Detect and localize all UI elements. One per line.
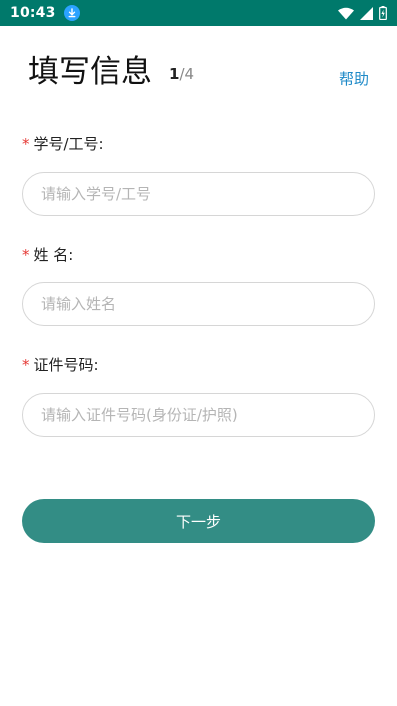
step-current: 1 bbox=[169, 65, 180, 83]
student-id-input[interactable] bbox=[22, 172, 375, 216]
help-link[interactable]: 帮助 bbox=[339, 68, 369, 89]
status-bar: 10:43 bbox=[0, 0, 397, 26]
student-id-label-text: 学号/工号: bbox=[33, 135, 104, 153]
page-title: 填写信息 bbox=[28, 54, 152, 90]
next-step-button[interactable]: 下一步 bbox=[22, 499, 375, 543]
required-mark: * bbox=[22, 246, 30, 264]
student-id-label: * 学号/工号: bbox=[22, 133, 104, 154]
step-indicator: 1/4 bbox=[169, 65, 194, 83]
id-number-label-text: 证件号码: bbox=[33, 356, 99, 374]
id-number-label: * 证件号码: bbox=[22, 354, 99, 375]
download-icon bbox=[63, 5, 80, 21]
wifi-icon bbox=[338, 7, 354, 19]
id-number-input[interactable] bbox=[22, 393, 375, 437]
signal-icon bbox=[360, 6, 373, 20]
name-label: * 姓 名: bbox=[22, 244, 73, 265]
required-mark: * bbox=[22, 356, 30, 374]
name-input[interactable] bbox=[22, 282, 375, 326]
status-icons bbox=[338, 6, 387, 20]
status-time: 10:43 bbox=[10, 5, 56, 21]
required-mark: * bbox=[22, 135, 30, 153]
battery-icon bbox=[379, 6, 387, 20]
name-label-text: 姓 名: bbox=[33, 246, 74, 264]
step-total: /4 bbox=[179, 65, 195, 83]
